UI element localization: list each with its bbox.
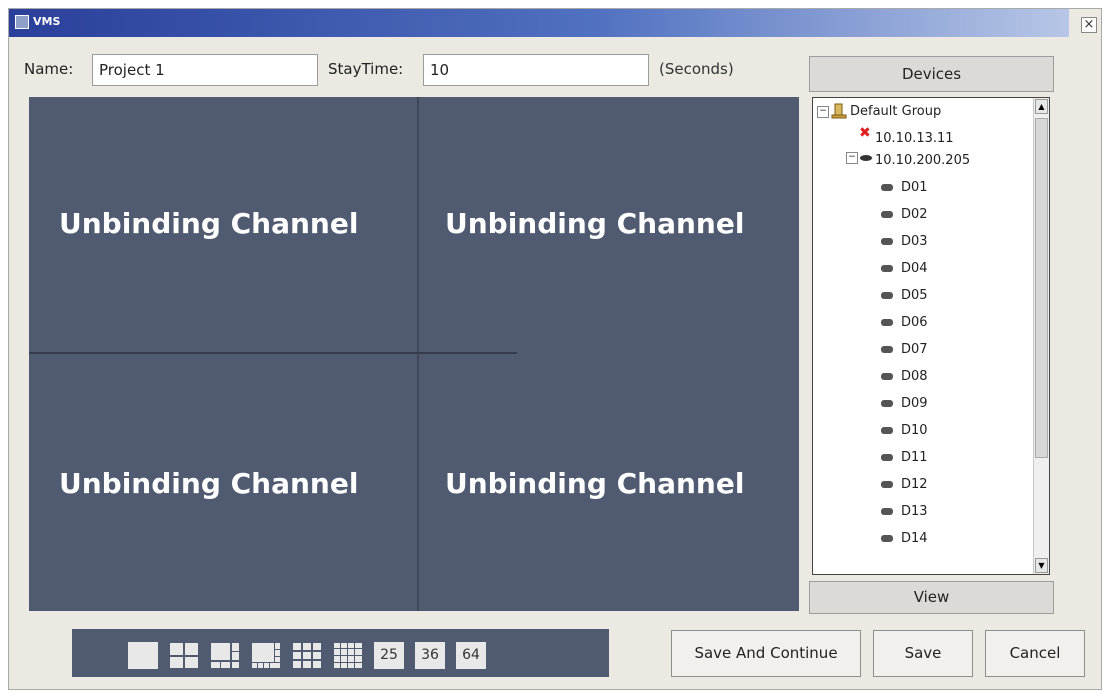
app-icon	[15, 15, 29, 29]
devices-header[interactable]: Devices	[809, 56, 1054, 92]
camera-icon	[881, 211, 893, 218]
list-item[interactable]: D05	[881, 288, 928, 303]
seconds-label: (Seconds)	[659, 60, 734, 78]
channel-cell-3[interactable]: Unbinding Channel	[59, 467, 358, 500]
minus-toggle-icon[interactable]: −	[817, 106, 829, 118]
save-button[interactable]: Save	[873, 630, 973, 677]
list-item[interactable]: D11	[881, 450, 928, 465]
layout-36-button[interactable]: 36	[415, 642, 445, 669]
list-item[interactable]: D12	[881, 477, 928, 492]
vms-window: VMS × Name: Project 1 StayTime: 10 (Seco…	[8, 8, 1102, 690]
list-item[interactable]: D02	[881, 207, 928, 222]
channel-cell-1[interactable]: Unbinding Channel	[59, 207, 358, 240]
camera-icon	[881, 400, 893, 407]
camera-icon	[881, 454, 893, 461]
staytime-label: StayTime:	[328, 60, 404, 78]
layout-9-button[interactable]	[292, 642, 322, 669]
list-item[interactable]: D10	[881, 423, 928, 438]
camera-icon	[860, 155, 872, 161]
title-bar: VMS	[9, 9, 1069, 37]
close-button[interactable]: ×	[1081, 17, 1097, 33]
scroll-up-button[interactable]: ▲	[1035, 99, 1048, 114]
grid-divider-horizontal	[29, 352, 517, 354]
grid-8-icon	[252, 643, 280, 668]
save-and-continue-button[interactable]: Save And Continue	[671, 630, 861, 677]
minus-toggle-icon[interactable]: −	[846, 152, 858, 164]
list-item[interactable]: D06	[881, 315, 928, 330]
camera-icon	[881, 427, 893, 434]
layout-25-button[interactable]: 25	[374, 642, 404, 669]
offline-x-icon: ✖	[859, 125, 871, 141]
scroll-down-button[interactable]: ▼	[1035, 558, 1048, 573]
grid-6-icon	[211, 643, 239, 668]
list-item[interactable]: D14	[881, 531, 928, 546]
camera-icon	[881, 481, 893, 488]
camera-icon	[881, 238, 893, 245]
channel-grid: Unbinding Channel Unbinding Channel Unbi…	[29, 97, 799, 611]
view-button[interactable]: View	[809, 581, 1054, 614]
grid-3x3-icon	[293, 643, 321, 668]
name-input[interactable]: Project 1	[92, 54, 318, 86]
cancel-button[interactable]: Cancel	[985, 630, 1085, 677]
layout-6-button[interactable]	[210, 642, 240, 669]
grid-4x4-icon	[334, 643, 362, 668]
list-item[interactable]: D04	[881, 261, 928, 276]
tree-device-offline[interactable]: 10.10.13.11	[875, 131, 954, 146]
layout-8-button[interactable]	[251, 642, 281, 669]
grid-divider-vertical	[417, 97, 419, 611]
camera-icon	[881, 265, 893, 272]
name-label: Name:	[24, 60, 74, 78]
tree-device-online[interactable]: 10.10.200.205	[875, 153, 970, 168]
camera-icon	[881, 535, 893, 542]
camera-icon	[881, 508, 893, 515]
camera-icon	[881, 292, 893, 299]
list-item[interactable]: D13	[881, 504, 928, 519]
camera-icon	[881, 319, 893, 326]
camera-icon	[881, 346, 893, 353]
list-item[interactable]: D09	[881, 396, 928, 411]
grid-2x2-icon	[170, 643, 198, 668]
list-item[interactable]: D03	[881, 234, 928, 249]
scroll-thumb[interactable]	[1035, 118, 1048, 458]
device-scrollbar[interactable]: ▲ ▼	[1033, 98, 1049, 574]
list-item[interactable]: D07	[881, 342, 928, 357]
layout-4-button[interactable]	[169, 642, 199, 669]
list-item[interactable]: D08	[881, 369, 928, 384]
layout-1-button[interactable]	[128, 642, 158, 669]
group-icon	[831, 103, 847, 119]
layout-bar: 25 36 64	[72, 629, 609, 677]
layout-64-button[interactable]: 64	[456, 642, 486, 669]
camera-icon	[881, 184, 893, 191]
channel-cell-2[interactable]: Unbinding Channel	[445, 207, 744, 240]
channel-cell-4[interactable]: Unbinding Channel	[445, 467, 744, 500]
list-item[interactable]: D01	[881, 180, 928, 195]
tree-group-label[interactable]: Default Group	[850, 104, 941, 119]
device-tree[interactable]: − Default Group ✖ 10.10.13.11 − 10.10.20…	[812, 97, 1050, 575]
staytime-input[interactable]: 10	[423, 54, 649, 86]
window-title: VMS	[33, 15, 61, 28]
camera-icon	[881, 373, 893, 380]
layout-16-button[interactable]	[333, 642, 363, 669]
